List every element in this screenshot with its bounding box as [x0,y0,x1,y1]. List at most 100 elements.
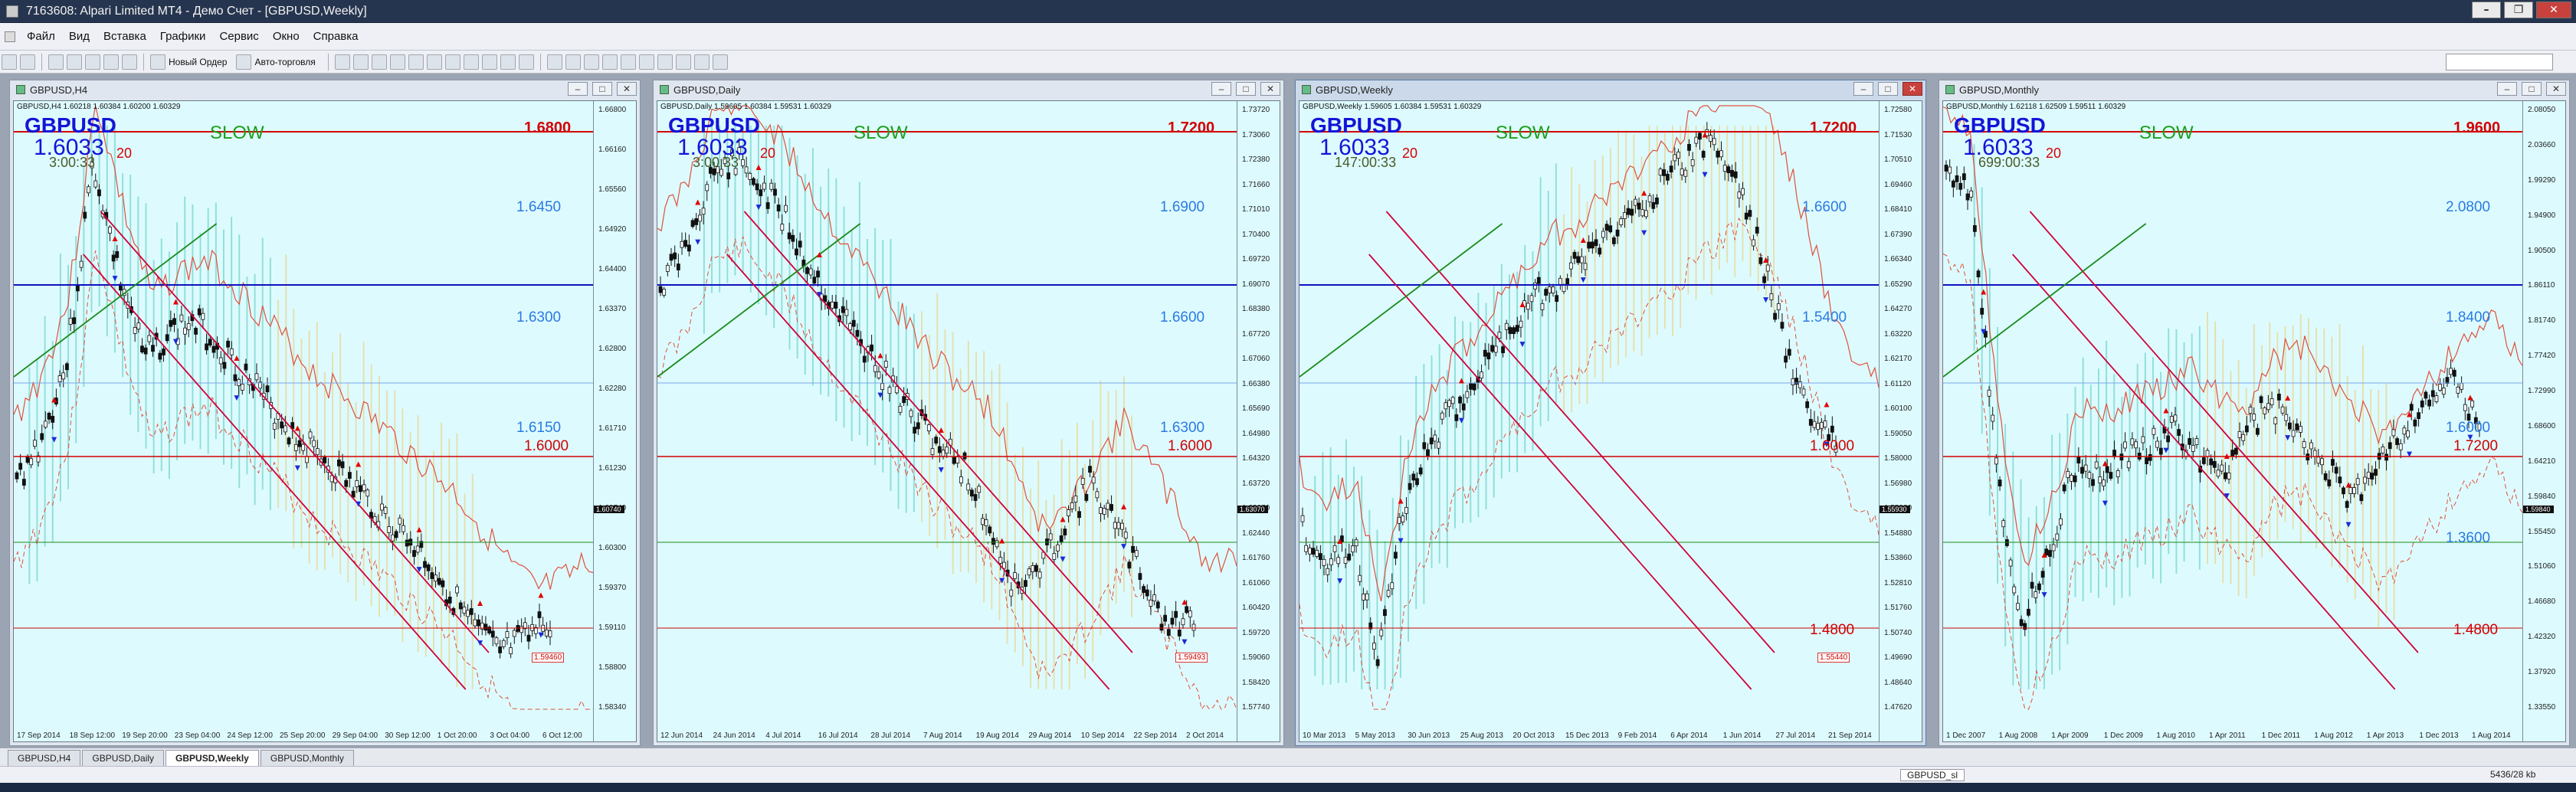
menu-help[interactable]: Справка [313,30,359,43]
chart-plot-area[interactable]: ▲ ▼ ▲ ▼ ▲ ▼ ▲ ▼ ▲ ▼ ▲ ▼ ▲ ▼ ▲ ▼ ▲ ▼ GBPUSD,Daily 1.59605 1… [657,100,1280,742]
chart-plot-area[interactable]: ▲ ▼ ▲ ▼ ▲ ▼ ▲ ▼ ▲ ▼ ▲ ▼ ▲ ▼ ▲ ▼ ▲ ▼ GBPUSD,Monthly 1.62118… [1942,100,2566,742]
candle-body [1109,504,1113,511]
menu-insert[interactable]: Вставка [103,30,146,43]
minimize-button[interactable]: – [568,82,588,96]
candle-body [2266,403,2270,411]
menu-charts[interactable]: Графики [160,30,206,43]
crosshair-icon[interactable] [565,54,581,70]
chart-window-2[interactable]: GBPUSD,Weekly – □ ✕ ▲ ▼ ▲ ▼ ▲ ▼ ▲ ▼ ▲ ▼ ▲ ▼ ▲ ▼ ▲ ▼ ▲ ▼ GBPUSD… [1295,80,1926,746]
periods-icon[interactable] [500,54,516,70]
candle-body [2273,417,2278,424]
close-button[interactable]: ✕ [2536,2,2571,18]
close-button[interactable]: ✕ [2546,82,2566,96]
metaeditor-icon[interactable] [236,54,252,70]
price-axis-label: 1.52810 [1884,578,1912,587]
candle-body [1329,558,1333,565]
tab-gbpusd-daily[interactable]: GBPUSD,Daily [82,750,165,766]
vertical-line-icon[interactable] [583,54,599,70]
market-watch-icon[interactable] [48,54,64,70]
candle-body [1350,545,1355,553]
search-input[interactable] [2446,53,2553,70]
minimize-button[interactable]: – [1211,82,1231,96]
trendline-upper[interactable] [2029,211,2419,653]
chart-shift-icon[interactable] [463,54,479,70]
maximize-button[interactable]: □ [2522,82,2542,96]
maximize-button[interactable]: □ [1878,82,1898,96]
chart-window-0[interactable]: GBPUSD,H4 – □ ✕ ▲ ▼ ▲ ▼ ▲ ▼ ▲ ▼ ▲ ▼ ▲ ▼ ▲ ▼ ▲ ▼ ▲ ▼ GBPUSD,H4 … [9,80,641,746]
indicators-icon[interactable] [481,54,497,70]
trendline-icon[interactable] [620,54,636,70]
tile-windows-icon[interactable] [426,54,442,70]
candlestick-icon[interactable] [352,54,369,70]
auto-trading-button[interactable]: Авто-торговля [254,57,315,67]
level-label-red: 1.7200 [1810,119,1857,136]
terminal-icon[interactable] [103,54,119,70]
menu-tools[interactable]: Сервис [219,30,258,43]
tab-gbpusd-monthly[interactable]: GBPUSD,Monthly [260,750,354,766]
chart-plot-area[interactable]: ▲ ▼ ▲ ▼ ▲ ▼ ▲ ▼ ▲ ▼ ▲ ▼ ▲ ▼ ▲ ▼ ▲ ▼ GBPUSD,Weekly 1.59605 … [1299,100,1922,742]
trendline-lower[interactable] [1368,254,1752,690]
line-chart-icon[interactable] [371,54,387,70]
trendline-lower[interactable] [726,254,1110,690]
close-button[interactable]: ✕ [617,82,637,96]
minimize-button[interactable]: – [2497,82,2517,96]
bar-chart-icon[interactable] [334,54,350,70]
candle-body [490,630,495,638]
new-order-button[interactable]: Новый Ордер [169,57,227,67]
time-axis-label: 1 Apr 2011 [2209,731,2246,740]
document-menu-icon[interactable] [5,31,15,42]
candle-body [1980,307,1984,315]
candle-body [2116,470,2120,477]
zoom-in-icon[interactable] [389,54,405,70]
tab-gbpusd-h4[interactable]: GBPUSD,H4 [8,750,81,766]
new-order-icon[interactable] [150,54,166,70]
new-chart-icon[interactable] [2,54,17,70]
autoscroll-icon[interactable] [444,54,460,70]
candle-body [1787,349,1791,356]
current-price-tag: 1.55930 [1880,506,1910,513]
candle-body [2169,416,2174,423]
chart-window-3[interactable]: GBPUSD,Monthly – □ ✕ ▲ ▼ ▲ ▼ ▲ ▼ ▲ ▼ ▲ ▼ ▲ ▼ ▲ ▼ ▲ ▼ ▲ ▼ GBPUS… [1939,80,2570,746]
tester-icon[interactable] [122,54,137,70]
candle-body [2395,438,2399,445]
close-button[interactable]: ✕ [1260,82,1280,96]
candle-body [2270,398,2274,405]
close-button[interactable]: ✕ [1903,82,1922,96]
menu-window[interactable]: Окно [273,30,300,43]
cursor-icon[interactable] [546,54,562,70]
tab-gbpusd-weekly[interactable]: GBPUSD,Weekly [166,750,259,766]
candle-body [2417,412,2420,420]
bar-timer: 3:00:33 [693,155,739,170]
candle-body [1127,561,1132,569]
menu-view[interactable]: Вид [69,30,90,43]
data-window-icon[interactable] [67,54,82,70]
candle-body [1690,159,1695,166]
templates-icon[interactable] [518,54,534,70]
fibonacci-icon[interactable] [657,54,673,70]
menu-file[interactable]: Файл [27,30,55,43]
navigator-icon[interactable] [85,54,100,70]
trendline-lower[interactable] [83,254,467,690]
horizontal-line-icon[interactable] [601,54,618,70]
text-icon[interactable] [675,54,691,70]
chart-window-1[interactable]: GBPUSD,Daily – □ ✕ ▲ ▼ ▲ ▼ ▲ ▼ ▲ ▼ ▲ ▼ ▲ ▼ ▲ ▼ ▲ ▼ ▲ ▼ GBPUSD,… [653,80,1284,746]
time-axis-label: 1 Jun 2014 [1722,731,1762,740]
chart-plot-area[interactable]: ▲ ▼ ▲ ▼ ▲ ▼ ▲ ▼ ▲ ▼ ▲ ▼ ▲ ▼ ▲ ▼ ▲ ▼ GBPUSD,H4 1.60218 1.60… [13,100,637,742]
equidistant-channel-icon[interactable] [638,54,654,70]
candle-body [1052,553,1057,560]
maximize-button[interactable]: □ [1236,82,1256,96]
minimize-button[interactable]: – [2472,2,2501,18]
minimize-button[interactable]: – [1853,82,1873,96]
price-axis-label: 1.64320 [1242,454,1270,463]
maximize-button[interactable]: □ [592,82,612,96]
candle-body [1067,509,1070,516]
candle-body [1149,600,1153,607]
arrows-icon[interactable] [712,54,728,70]
profiles-icon[interactable] [20,54,35,70]
restore-button[interactable]: ❐ [2504,2,2533,18]
text-label-icon[interactable] [693,54,710,70]
chart-window-title: GBPUSD,Monthly [1959,83,2040,96]
candle-body [1408,483,1412,490]
trendline-green[interactable] [1299,223,1503,378]
zoom-out-icon[interactable] [408,54,424,70]
